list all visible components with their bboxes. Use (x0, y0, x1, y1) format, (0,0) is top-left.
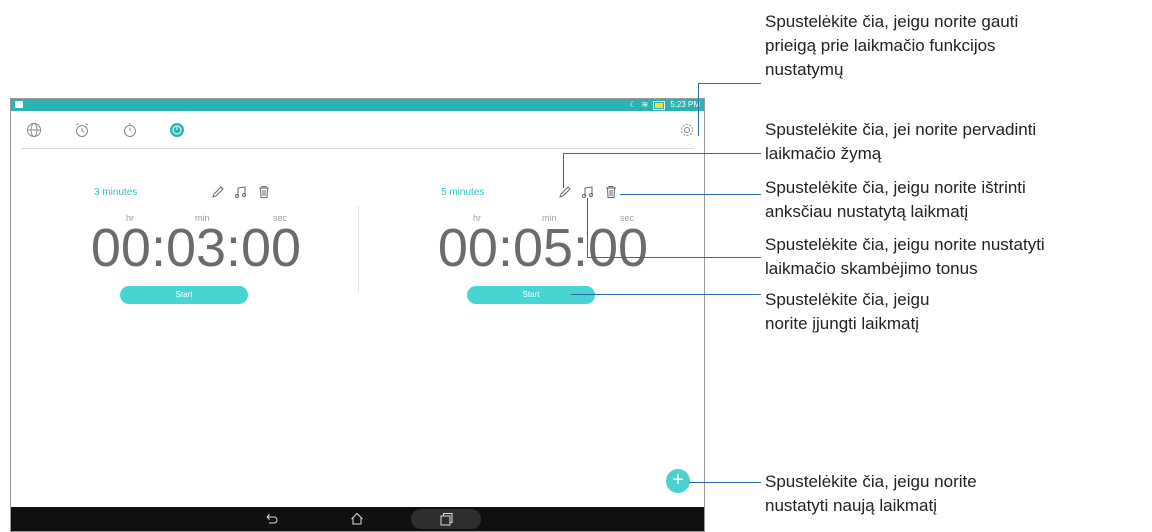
callout-line-settings (698, 83, 761, 84)
home-icon[interactable] (349, 511, 365, 527)
tablet-screen: ☾ ≋ 5:23 PM 3 minutes hr min sec 00:03:0… (10, 98, 705, 532)
tab-bar (11, 111, 704, 149)
timer-divider (358, 206, 359, 292)
start-button[interactable]: Start (120, 286, 248, 304)
add-timer-button[interactable]: + (666, 469, 690, 493)
alarm-clock-icon[interactable] (74, 122, 90, 138)
timer-label[interactable]: 5 minutes (441, 187, 484, 198)
callout-line-start (571, 294, 761, 295)
callout-line-ringtone (587, 198, 588, 257)
callout-new-timer: Spustelėkite čia, jeigu norite nustatyti… (765, 472, 977, 515)
gear-icon[interactable] (679, 122, 695, 138)
wifi-icon: ≋ (641, 100, 649, 109)
music-note-icon[interactable] (581, 185, 595, 199)
callout-line-rename (563, 153, 761, 154)
callout-line-rename (563, 153, 564, 188)
callout-line-ringtone (587, 257, 761, 258)
recent-apps-icon[interactable] (438, 511, 454, 527)
trash-icon[interactable] (604, 185, 618, 199)
trash-icon[interactable] (257, 185, 271, 199)
callout-rename: Spustelėkite čia, jei norite pervadinti … (765, 120, 1037, 163)
callout-start: Spustelėkite čia, jeigu norite įjungti l… (765, 290, 930, 333)
tab-divider (21, 148, 694, 149)
battery-icon (653, 100, 666, 110)
timer-card: 5 minutes hr min sec 00:05:00 Start (413, 185, 704, 307)
timer-icon[interactable] (169, 122, 185, 138)
callout-ringtone: Spustelėkite čia, jeigu norite nustatyti… (765, 235, 1045, 278)
pencil-icon[interactable] (211, 185, 225, 199)
globe-icon[interactable] (26, 122, 42, 138)
status-icons: ☾ ≋ 5:23 PM (629, 99, 700, 111)
moon-icon: ☾ (629, 100, 637, 109)
start-button[interactable]: Start (467, 286, 595, 304)
stopwatch-icon[interactable] (122, 122, 138, 138)
callout-line-new-timer (689, 482, 761, 483)
timer-display: 00:05:00 (437, 218, 649, 278)
status-bar: ☾ ≋ 5:23 PM (11, 99, 704, 111)
pencil-icon[interactable] (558, 185, 572, 199)
notification-icon (15, 101, 23, 108)
navigation-bar (11, 507, 704, 531)
callout-line-delete (620, 194, 761, 195)
callout-settings: Spustelėkite čia, jeigu norite gauti pri… (765, 12, 1019, 79)
timer-display: 00:03:00 (90, 218, 302, 278)
music-note-icon[interactable] (234, 185, 248, 199)
status-time: 5:23 PM (670, 100, 700, 109)
timer-label[interactable]: 3 minutes (94, 187, 137, 198)
back-icon[interactable] (263, 511, 279, 527)
timer-card: 3 minutes hr min sec 00:03:00 Start (66, 185, 366, 307)
callout-delete: Spustelėkite čia, jeigu norite ištrinti … (765, 178, 1026, 221)
callout-line-settings (698, 83, 699, 136)
